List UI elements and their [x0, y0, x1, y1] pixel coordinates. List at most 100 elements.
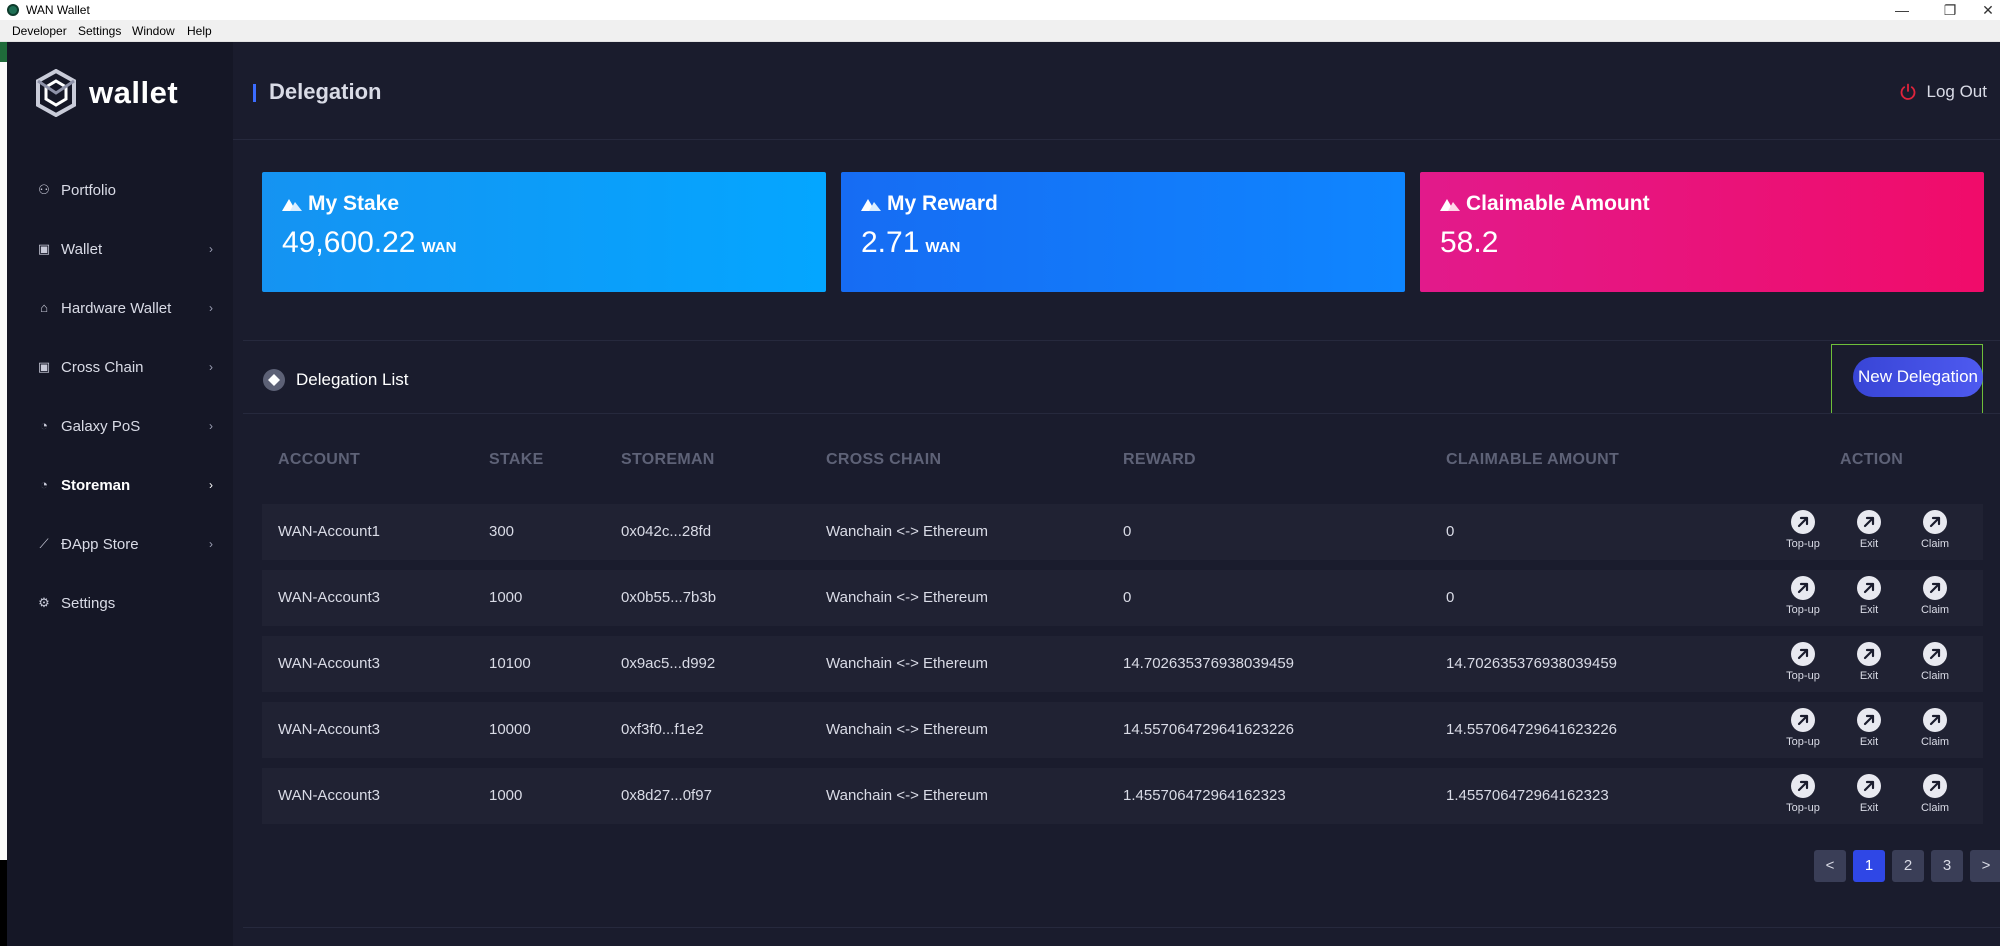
column-header-reward: REWARD [1123, 451, 1196, 468]
cell-reward: 14.557064729641623226 [1123, 721, 1295, 738]
divider [243, 927, 2000, 928]
menu-help[interactable]: Help [187, 24, 212, 38]
menu-settings[interactable]: Settings [78, 24, 121, 38]
cell-account: WAN-Account3 [278, 787, 380, 804]
sidebar-item-galaxy-pos[interactable]: ◔ Galaxy PoS › [7, 406, 233, 446]
pie-chart-icon: ◔ [40, 477, 48, 492]
action-label: Exit [1859, 802, 1879, 814]
cell-stake: 10000 [489, 721, 531, 738]
arrow-up-right-icon [1923, 774, 1947, 798]
cell-cross-chain: Wanchain <-> Ethereum [826, 787, 989, 804]
claimable-amount-card: Claimable Amount 58.2 [1420, 172, 1984, 292]
chevron-right-icon: › [209, 360, 213, 374]
claim-button[interactable]: Claim [1915, 708, 1955, 756]
arrow-up-right-icon [1857, 642, 1881, 666]
sidebar-item-settings[interactable]: ⚙ Settings [7, 583, 233, 623]
cell-storeman: 0x042c...28fd [621, 523, 712, 540]
top-up-button[interactable]: Top-up [1783, 576, 1823, 624]
sidebar-item-storeman[interactable]: ◔ Storeman › [7, 465, 233, 505]
arrow-up-right-icon [1923, 642, 1947, 666]
menu-window[interactable]: Window [132, 24, 175, 38]
wanchain-mountain-icon [1440, 199, 1460, 211]
sidebar-item-hardware-wallet[interactable]: ⌂ Hardware Wallet › [7, 288, 233, 328]
exit-button[interactable]: Exit [1849, 576, 1889, 624]
exit-button[interactable]: Exit [1849, 642, 1889, 690]
action-label: Top-up [1786, 604, 1820, 616]
claim-button[interactable]: Claim [1915, 642, 1955, 690]
top-up-button[interactable]: Top-up [1783, 510, 1823, 558]
gear-icon: ⚙ [38, 595, 50, 610]
column-header-cross-chain: CROSS CHAIN [826, 451, 942, 468]
exit-button[interactable]: Exit [1849, 774, 1889, 822]
menu-developer[interactable]: Developer [12, 24, 67, 38]
exit-button[interactable]: Exit [1849, 708, 1889, 756]
pagination-page-3[interactable]: 3 [1931, 850, 1963, 882]
cell-storeman: 0x8d27...0f97 [621, 787, 712, 804]
pagination-next-button[interactable]: > [1970, 850, 2000, 882]
sidebar-item-dapp-store[interactable]: ⟋ ÐApp Store › [7, 524, 233, 564]
card-title: My Reward [887, 192, 998, 215]
arrow-up-right-icon [1857, 774, 1881, 798]
cell-account: WAN-Account3 [278, 589, 380, 606]
pagination-page-1[interactable]: 1 [1853, 850, 1885, 882]
sidebar-item-label: Storeman [61, 476, 131, 494]
wanchain-mountain-icon [861, 199, 881, 211]
arrow-up-right-icon [1923, 576, 1947, 600]
claim-button[interactable]: Claim [1915, 510, 1955, 558]
card-value: 2.71 [861, 226, 920, 259]
action-label: Claim [1920, 736, 1950, 748]
chevron-right-icon: › [209, 537, 213, 551]
sidebar-item-portfolio[interactable]: ⚇ Portfolio [7, 170, 233, 210]
sidebar-item-label: Cross Chain [61, 358, 144, 376]
delegation-list-title: Delegation List [296, 370, 409, 389]
minimize-button[interactable]: — [1882, 0, 1922, 20]
title-accent-bar [253, 84, 256, 102]
top-up-button[interactable]: Top-up [1783, 642, 1823, 690]
sidebar-item-cross-chain[interactable]: ▣ Cross Chain › [7, 347, 233, 387]
app-icon [7, 4, 19, 16]
cell-account: WAN-Account3 [278, 655, 380, 672]
cell-cross-chain: Wanchain <-> Ethereum [826, 523, 989, 540]
arrow-up-right-icon [1791, 576, 1815, 600]
pagination-prev-button[interactable]: < [1814, 850, 1846, 882]
chevron-right-icon: › [209, 301, 213, 315]
restore-button[interactable]: ❐ [1930, 0, 1970, 20]
sidebar-item-label: ÐApp Store [61, 535, 139, 553]
column-header-account: ACCOUNT [278, 451, 361, 468]
cell-stake: 1000 [489, 589, 523, 606]
page-title: Delegation [269, 79, 382, 104]
sidebar-item-label: Settings [61, 594, 116, 612]
my-stake-card: My Stake 49,600.22 WAN [262, 172, 826, 292]
sidebar-item-label: Portfolio [61, 181, 117, 199]
action-label: Top-up [1786, 538, 1820, 550]
sidebar-item-label: Wallet [61, 240, 103, 258]
action-label: Claim [1920, 538, 1950, 550]
chevron-right-icon: › [209, 419, 213, 433]
cell-cross-chain: Wanchain <-> Ethereum [826, 721, 989, 738]
action-label: Top-up [1786, 736, 1820, 748]
pagination-page-2[interactable]: 2 [1892, 850, 1924, 882]
claim-button[interactable]: Claim [1915, 774, 1955, 822]
cell-reward: 0 [1123, 523, 1132, 540]
cell-stake: 300 [489, 523, 515, 540]
cell-claimable: 0 [1446, 589, 1455, 606]
table-row: WAN-Account1 300 0x042c...28fd Wanchain <->… [262, 504, 1983, 560]
action-label: Exit [1859, 670, 1879, 682]
power-icon [1900, 83, 1915, 100]
sidebar-item-wallet[interactable]: ▣ Wallet › [7, 229, 233, 269]
sidebar: wallet ⚇ Portfolio ▣ Wallet › ⌂ Hardware… [7, 42, 249, 946]
menu-bar: Developer Settings Window Help [0, 20, 2000, 42]
logout-button[interactable]: Log Out [1899, 82, 1988, 102]
cell-cross-chain: Wanchain <-> Ethereum [826, 655, 989, 672]
new-delegation-button[interactable]: New Delegation [1853, 357, 1983, 397]
close-button[interactable]: ✕ [1968, 0, 2000, 20]
user-icon: ⚇ [38, 182, 50, 197]
arrow-up-right-icon [1857, 510, 1881, 534]
top-up-button[interactable]: Top-up [1783, 774, 1823, 822]
claim-button[interactable]: Claim [1915, 576, 1955, 624]
exit-button[interactable]: Exit [1849, 510, 1889, 558]
action-label: Claim [1920, 670, 1950, 682]
top-up-button[interactable]: Top-up [1783, 708, 1823, 756]
logout-label: Log Out [1926, 82, 1988, 101]
arrow-up-right-icon [1791, 708, 1815, 732]
